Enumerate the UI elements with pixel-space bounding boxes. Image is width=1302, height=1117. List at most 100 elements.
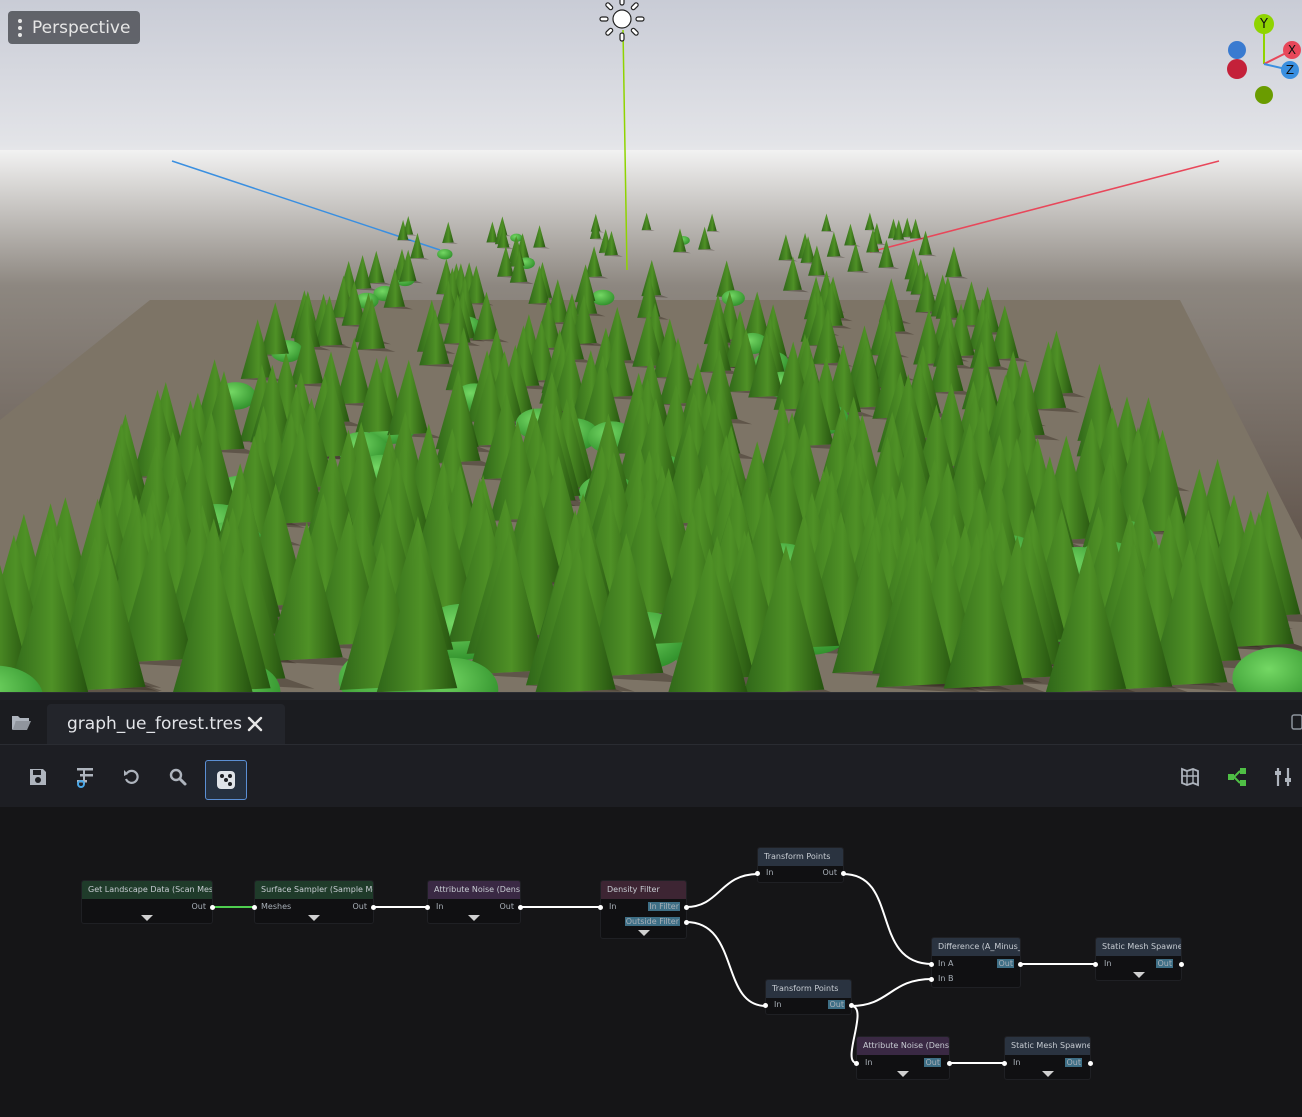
output-pin[interactable] xyxy=(1179,962,1184,967)
graph-nodes-button[interactable] xyxy=(1220,760,1254,794)
graph-options-icon xyxy=(77,768,93,788)
output-pin[interactable] xyxy=(849,1003,854,1008)
graph-options-button[interactable] xyxy=(68,760,102,794)
output-pin[interactable] xyxy=(1088,1061,1093,1066)
editor-tab-bar: graph_ue_forest.tres xyxy=(0,700,1302,745)
input-pin[interactable] xyxy=(1093,962,1098,967)
kebab-menu-icon xyxy=(18,18,22,37)
input-port-label: Meshes xyxy=(261,902,292,911)
neg-y-handle[interactable] xyxy=(1255,86,1273,104)
output-port-label: Out xyxy=(997,959,1014,968)
neg-x-handle[interactable] xyxy=(1227,59,1247,79)
output-port-label: Outside Filter xyxy=(624,917,680,926)
perspective-menu-button[interactable]: Perspective xyxy=(8,11,140,44)
graph-toolbar xyxy=(0,745,1302,807)
output-port-label: Out xyxy=(828,1000,845,1009)
graph-node-static-mesh-spawner[interactable]: Static Mesh Spawner In Out xyxy=(1002,1037,1093,1079)
wire-n5-n7 xyxy=(842,873,933,965)
graph-node-transform-points[interactable]: Transform Points In Out xyxy=(755,848,846,882)
randomize-button[interactable] xyxy=(205,760,247,800)
randomize-dice-icon xyxy=(217,771,235,789)
input-pin[interactable] xyxy=(425,905,430,910)
folder-open-icon[interactable] xyxy=(10,712,32,732)
search-button[interactable] xyxy=(161,760,195,794)
undo-button[interactable] xyxy=(115,760,149,794)
input-pin[interactable] xyxy=(763,1003,768,1008)
output-port-label: Out xyxy=(191,902,206,911)
z-axis-label: Z xyxy=(1286,63,1294,77)
output-pin[interactable] xyxy=(947,1061,952,1066)
save-button[interactable] xyxy=(21,760,55,794)
output-pin[interactable] xyxy=(841,871,846,876)
input-port-label: In B xyxy=(938,974,954,983)
graph-node-get-landscape-data[interactable]: Get Landscape Data (Scan Meshes) Out xyxy=(82,881,215,923)
expand-caret-icon[interactable] xyxy=(637,930,650,936)
orientation-gizmo[interactable]: Y X Z xyxy=(1222,10,1302,110)
distraction-free-icon[interactable] xyxy=(1290,714,1302,730)
output-pin[interactable] xyxy=(1018,962,1023,967)
wire-n6-n7 xyxy=(850,978,933,1007)
input-port-label: In xyxy=(609,902,617,911)
x-axis-label: X xyxy=(1288,43,1296,57)
node-title: Transform Points xyxy=(758,848,843,866)
node-title: Difference (A_Minus_B) xyxy=(932,938,1020,956)
close-icon[interactable] xyxy=(245,714,265,734)
graph-node-transform-points[interactable]: Transform Points In Out xyxy=(763,980,854,1014)
neg-z-handle[interactable] xyxy=(1228,41,1246,59)
graph-node-attribute-noise[interactable]: Attribute Noise (Density) In Out xyxy=(854,1037,952,1079)
expand-caret-icon[interactable] xyxy=(1041,1071,1054,1077)
input-pin[interactable] xyxy=(1002,1061,1007,1066)
input-port-label: In xyxy=(865,1058,873,1067)
expand-caret-icon[interactable] xyxy=(897,1071,909,1077)
output-port-label: Out xyxy=(352,902,367,911)
3d-viewport[interactable]: Perspective Y X Z xyxy=(0,0,1302,692)
bush-mesh xyxy=(721,290,745,306)
settings-tools-icon xyxy=(1275,768,1291,786)
tab-graph-file[interactable]: graph_ue_forest.tres xyxy=(47,704,285,744)
node-title: Get Landscape Data (Scan Meshes) xyxy=(82,881,212,899)
expand-caret-icon[interactable] xyxy=(468,915,480,921)
output-pin[interactable] xyxy=(371,905,376,910)
search-icon xyxy=(169,768,187,786)
input-pin[interactable] xyxy=(598,905,603,910)
input-pin[interactable] xyxy=(854,1061,859,1066)
undo-icon xyxy=(124,769,139,784)
node-title: Density Filter xyxy=(601,881,686,899)
bush-mesh xyxy=(591,289,615,306)
output-pin[interactable] xyxy=(684,920,689,925)
scene-render xyxy=(0,0,1302,692)
node-graph-canvas[interactable]: Get Landscape Data (Scan Meshes) Out Sur… xyxy=(0,807,1302,1117)
input-pin[interactable] xyxy=(929,977,934,982)
graph-node-density-filter[interactable]: Density Filter In In Filter Outside Filt… xyxy=(598,881,689,938)
wire-n4-n6 xyxy=(685,921,767,1007)
input-pin[interactable] xyxy=(755,871,760,876)
wire-n4-n5 xyxy=(685,873,759,908)
node-title: Surface Sampler (Sample Mesh) xyxy=(255,881,373,899)
graph-node-difference[interactable]: Difference (A_Minus_B) In A In B Out xyxy=(929,938,1023,987)
settings-tools-button[interactable] xyxy=(1266,760,1300,794)
graph-node-attribute-noise[interactable]: Attribute Noise (Density) In Out xyxy=(425,881,523,923)
output-port-label: In Filter xyxy=(648,902,680,911)
graph-node-static-mesh-spawner[interactable]: Static Mesh Spawner In Out xyxy=(1093,938,1184,980)
perspective-label: Perspective xyxy=(32,17,131,38)
inspector-button[interactable] xyxy=(1173,760,1207,794)
output-port-label: Out xyxy=(499,902,514,911)
graph-nodes-icon xyxy=(1228,768,1246,786)
output-port-label: Out xyxy=(924,1058,941,1067)
input-pin[interactable] xyxy=(929,962,934,967)
output-pin[interactable] xyxy=(684,905,689,910)
expand-caret-icon[interactable] xyxy=(141,915,153,921)
bush-mesh xyxy=(437,249,453,260)
graph-node-surface-sampler[interactable]: Surface Sampler (Sample Mesh) Meshes Out xyxy=(252,881,376,923)
input-port-label: In xyxy=(774,1000,782,1009)
save-icon xyxy=(30,769,46,785)
output-pin[interactable] xyxy=(210,905,215,910)
input-pin[interactable] xyxy=(252,905,257,910)
output-pin[interactable] xyxy=(518,905,523,910)
expand-caret-icon[interactable] xyxy=(308,915,320,921)
node-title: Transform Points xyxy=(766,980,851,998)
output-port-label: Out xyxy=(1065,1058,1082,1067)
expand-caret-icon[interactable] xyxy=(1132,972,1145,978)
input-port-label: In xyxy=(1104,959,1112,968)
node-title: Attribute Noise (Density) xyxy=(428,881,520,899)
